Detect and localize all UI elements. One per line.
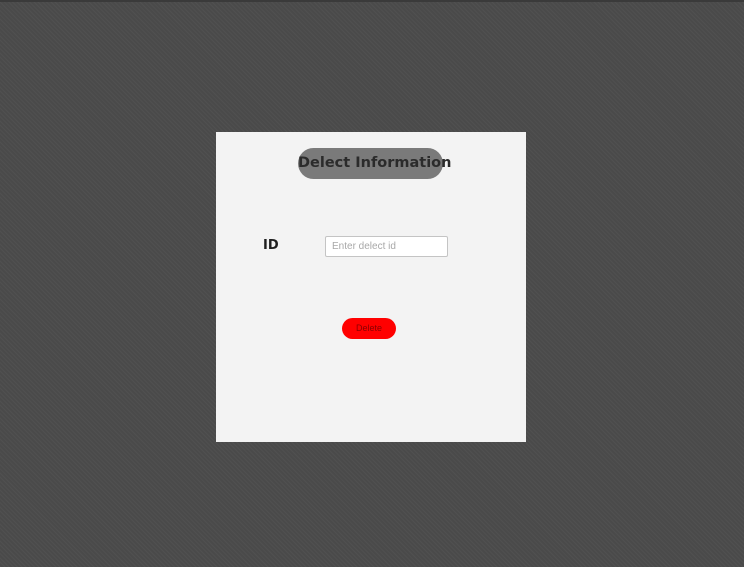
window-top-border [0,0,744,2]
dialog-title: Delect Information [298,148,451,179]
id-label: ID [263,238,279,253]
id-input[interactable] [325,236,448,257]
delete-dialog-panel: Delect Information ID Delete [216,132,526,442]
delete-button[interactable]: Delete [342,318,396,339]
